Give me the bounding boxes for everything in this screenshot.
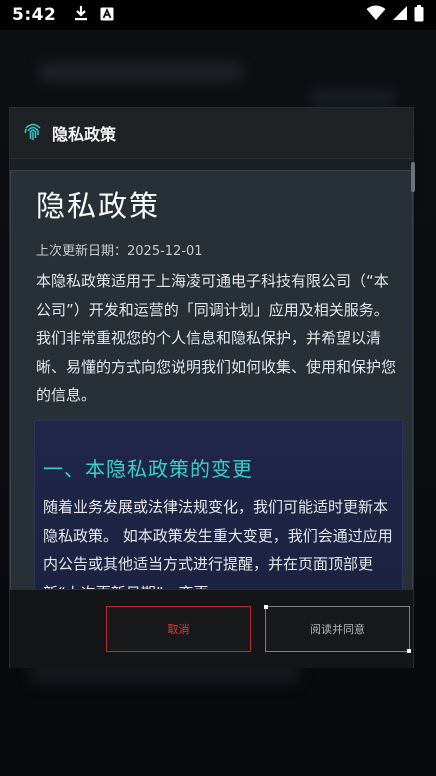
agree-button[interactable]: 阅读并同意: [264, 605, 411, 653]
intro-paragraph: 本隐私政策适用于上海凌可通电子科技有限公司（“本公司”）开发和运营的「同调计划」…: [36, 272, 397, 404]
policy-content: 隐私政策 上次更新日期：2025-12-01 本隐私政策适用于上海凌可通电子科技…: [10, 170, 413, 594]
status-time: 5:42: [12, 5, 57, 25]
last-updated-date: 上次更新日期：2025-12-01: [36, 244, 203, 259]
dialog-footer: 取消 阅读并同意: [10, 589, 413, 668]
dialog-header: 隐私政策: [10, 108, 413, 159]
privacy-dialog: 隐私政策 隐私政策 上次更新日期：2025-12-01 本隐私政策适用于上海凌可…: [10, 108, 413, 668]
agree-button-label: 阅读并同意: [310, 623, 365, 636]
section-card: 一、本隐私政策的变更 随着业务发展或法律法规变化，我们可能适时更新本隐私政策。 …: [34, 420, 403, 593]
wifi-icon: [366, 5, 386, 25]
fingerprint-icon: [24, 121, 42, 145]
section-title: 一、本隐私政策的变更: [43, 457, 253, 481]
battery-icon: [414, 4, 424, 26]
scrollbar-thumb[interactable]: [411, 162, 415, 192]
background-blur-block: [38, 62, 243, 82]
corner-marker: [264, 605, 268, 609]
section-paragraph: 随着业务发展或法律法规变化，我们可能适时更新本隐私政策。 如本政策发生重大变更，…: [43, 498, 393, 593]
cancel-button[interactable]: 取消: [106, 606, 251, 652]
font-a-icon: [100, 6, 114, 25]
download-icon: [74, 5, 88, 25]
status-bar: 5:42: [0, 0, 436, 30]
document-heading: 隐私政策: [36, 189, 161, 223]
policy-scroll-area[interactable]: 隐私政策 上次更新日期：2025-12-01 本隐私政策适用于上海凌可通电子科技…: [10, 170, 426, 594]
dialog-title: 隐私政策: [52, 125, 117, 144]
corner-marker: [407, 649, 411, 653]
background-blur-block: [310, 90, 396, 106]
signal-icon: [392, 5, 408, 25]
